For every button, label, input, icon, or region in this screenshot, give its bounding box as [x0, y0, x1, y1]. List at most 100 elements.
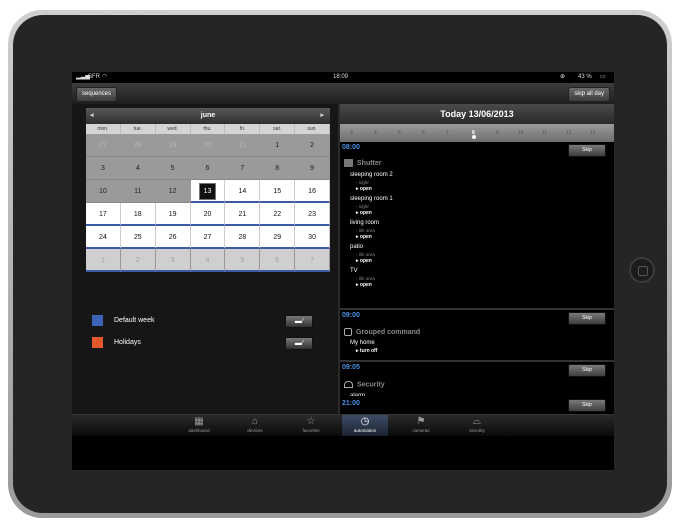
skip-button[interactable]: Skip — [568, 144, 606, 157]
weekday-label: sat. — [260, 124, 296, 134]
calendar-day[interactable]: 23 — [295, 203, 330, 226]
today-marker: 13 — [198, 183, 216, 200]
calendar-day[interactable]: 5 — [225, 249, 261, 272]
calendar-day[interactable]: 15 — [260, 180, 296, 203]
tab-cameras[interactable]: ⚑ cameras — [398, 415, 444, 436]
clock-icon: ◷ — [360, 416, 370, 427]
hour-label: 7 — [446, 130, 449, 136]
calendar-day[interactable]: 1 — [260, 134, 296, 157]
calendar-day[interactable]: 4 — [190, 249, 226, 272]
tab-dashboard[interactable]: ▦ dashboard — [176, 415, 222, 436]
weekday-label: wed. — [156, 124, 191, 134]
calendar-day[interactable]: 22 — [260, 203, 296, 226]
legend-default-week[interactable]: Default week ▬⁄ — [92, 314, 332, 328]
star-icon: ☆ — [306, 416, 316, 427]
edit-schedule-icon[interactable]: ▬⁄ — [285, 337, 313, 350]
schedule-block: 21:00 Skip — [340, 396, 614, 414]
tab-favorites[interactable]: ☆ favorites — [288, 415, 334, 436]
tab-label: security — [469, 428, 485, 433]
calendar-day[interactable]: 9 — [295, 157, 330, 180]
shutter-icon — [344, 159, 353, 167]
calendar-day[interactable]: 7 — [225, 157, 261, 180]
tab-label: favorites — [302, 428, 320, 433]
calendar-day[interactable]: 30 — [295, 226, 330, 249]
calendar-day[interactable]: 26 — [155, 226, 191, 249]
category-label: Shutter — [357, 159, 382, 167]
dashboard-icon: ▦ — [194, 416, 204, 427]
calendar-day[interactable]: 3 — [155, 249, 191, 272]
device-name: living room — [350, 220, 380, 226]
hour-cursor[interactable] — [472, 135, 476, 139]
calendar-day[interactable]: 28 — [225, 226, 261, 249]
hour-label: 5 — [398, 130, 401, 136]
lock-rotation-icon: ⊕ — [560, 74, 566, 80]
calendar-day[interactable]: 31 — [225, 134, 261, 157]
calendar-day[interactable]: 2 — [295, 134, 330, 157]
next-month-button[interactable]: ▸ — [320, 108, 324, 124]
calendar-day[interactable]: 24 — [86, 226, 121, 249]
category-heading: Shutter — [344, 159, 382, 167]
calendar-day[interactable]: 16 — [295, 180, 330, 203]
device-zone: ◦ night — [356, 204, 369, 209]
calendar-day[interactable]: 14 — [225, 180, 261, 203]
hour-strip[interactable]: 3 4 5 6 7 8 9 10 11 12 13 — [340, 124, 614, 142]
skip-all-day-button[interactable]: skip all day — [568, 87, 610, 102]
calendar-day[interactable]: 20 — [190, 203, 226, 226]
calendar-day[interactable]: 5 — [155, 157, 191, 180]
calendar-day[interactable]: 8 — [260, 157, 296, 180]
calendar-day[interactable]: 3 — [86, 157, 121, 180]
calendar-day[interactable]: 6 — [190, 157, 226, 180]
device-zone: ◦ life area — [356, 252, 375, 257]
calendar-day[interactable]: 29 — [155, 134, 191, 157]
calendar-day[interactable]: 6 — [260, 249, 296, 272]
legend-swatch — [92, 315, 103, 326]
edit-schedule-icon[interactable]: ▬⁄ — [285, 315, 313, 328]
tab-label: cameras — [412, 428, 430, 433]
calendar-day[interactable]: 18 — [120, 203, 156, 226]
device-action: ▸ open — [356, 282, 372, 288]
device-name: sleeping room 2 — [350, 172, 393, 178]
calendar-day[interactable]: 27 — [86, 134, 121, 157]
device-zone: ◦ life area — [356, 276, 375, 281]
home-button[interactable] — [629, 257, 655, 283]
device-action: ▸ open — [356, 186, 372, 192]
calendar-day[interactable]: 11 — [120, 180, 156, 203]
calendar-day[interactable]: 10 — [86, 180, 121, 203]
tab-automation[interactable]: ◷ automation — [342, 415, 388, 436]
calendar-day[interactable]: 19 — [155, 203, 191, 226]
hour-label: 6 — [422, 130, 425, 136]
hour-label: 3 — [350, 130, 353, 136]
tab-label: devices — [247, 428, 263, 433]
tab-security[interactable]: ⌓ security — [454, 415, 500, 436]
category-heading: Grouped command — [344, 328, 420, 336]
calendar-day[interactable]: 1 — [86, 249, 121, 272]
calendar-day[interactable]: 27 — [190, 226, 226, 249]
block-time: 09:05 — [342, 364, 360, 371]
calendar-day[interactable]: 25 — [120, 226, 156, 249]
device-name: sleeping room 1 — [350, 196, 393, 202]
carrier: SFR — [88, 74, 100, 80]
prev-month-button[interactable]: ◂ — [90, 108, 94, 124]
calendar-day[interactable]: 28 — [120, 134, 156, 157]
legend-holidays[interactable]: Holidays ▬⁄ — [92, 336, 332, 350]
calendar-day[interactable]: 30 — [190, 134, 226, 157]
skip-button[interactable]: Skip — [568, 364, 606, 377]
weekday-header: mon. tue. wed. thu. fri. sat. sun. — [86, 124, 330, 134]
tab-devices[interactable]: ⌂ devices — [232, 415, 278, 436]
battery-percent: 43 % — [578, 74, 592, 80]
tab-label: dashboard — [188, 428, 210, 433]
calendar-day[interactable]: 2 — [120, 249, 156, 272]
calendar-day[interactable]: 4 — [120, 157, 156, 180]
legend-label: Holidays — [114, 339, 141, 346]
weekday-label: fri. — [225, 124, 261, 134]
calendar-day[interactable]: 17 — [86, 203, 121, 226]
calendar-day[interactable]: 7 — [295, 249, 330, 272]
calendar-day[interactable]: 21 — [225, 203, 261, 226]
skip-button[interactable]: Skip — [568, 312, 606, 325]
skip-button[interactable]: Skip — [568, 399, 606, 412]
calendar-day-today[interactable]: 13 — [190, 180, 226, 203]
calendar-day[interactable]: 12 — [155, 180, 191, 203]
calendar-day[interactable]: 29 — [260, 226, 296, 249]
schedule-block: 09:00 Skip Grouped command My home ▸ tur… — [340, 310, 614, 362]
sequences-button[interactable]: sequences — [76, 87, 118, 102]
